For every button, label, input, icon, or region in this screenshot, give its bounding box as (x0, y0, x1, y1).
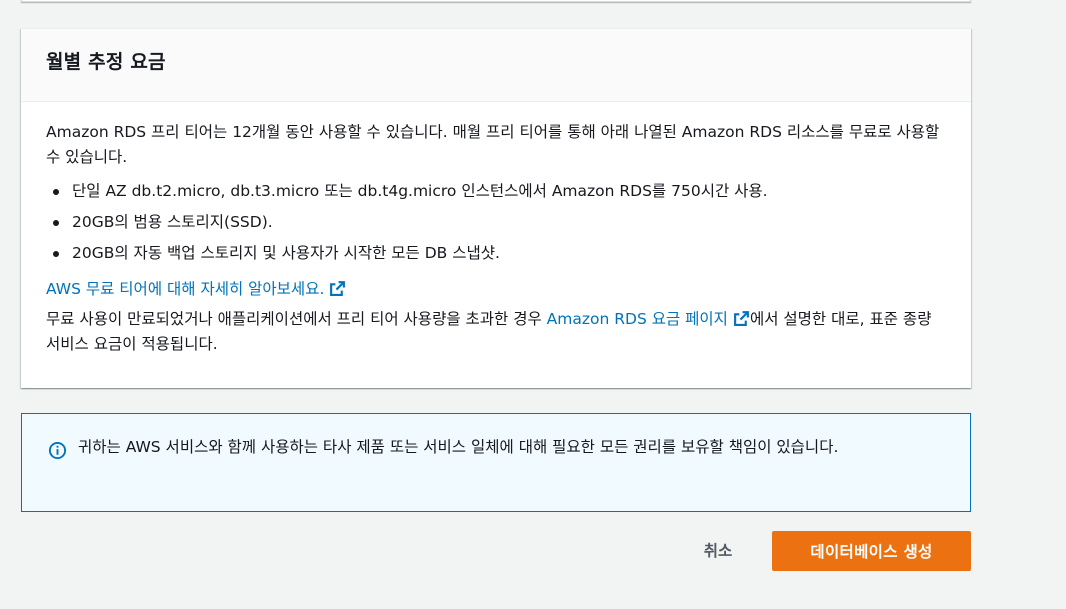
cancel-button[interactable]: 취소 (686, 531, 750, 569)
list-item: 20GB의 범용 스토리지(SSD). (46, 207, 946, 238)
panel-title: 월별 추정 요금 (46, 51, 166, 73)
list-item: 20GB의 자동 백업 스토리지 및 사용자가 시작한 모든 DB 스냅샷. (46, 238, 946, 269)
previous-section-card (21, 0, 971, 2)
learn-more-link-text: AWS 무료 티어에 대해 자세히 알아보세요. (46, 280, 325, 298)
info-alert-text: 귀하는 AWS 서비스와 함께 사용하는 타사 제품 또는 서비스 일체에 대해… (78, 438, 839, 456)
bullet-dot (53, 220, 59, 226)
free-tier-list: 단일 AZ db.t2.micro, db.t3.micro 또는 db.t4g… (46, 176, 946, 269)
rds-pricing-page-link[interactable]: Amazon RDS 요금 페이지 (547, 310, 750, 328)
bullet-dot (53, 251, 59, 257)
list-item-text: 20GB의 자동 백업 스토리지 및 사용자가 시작한 모든 DB 스냅샷. (72, 244, 500, 262)
estimated-monthly-cost-panel: 월별 추정 요금 Amazon RDS 프리 티어는 12개월 동안 사용할 수… (21, 28, 971, 388)
bullet-dot (53, 189, 59, 195)
external-link-icon (734, 311, 749, 326)
list-item-text: 단일 AZ db.t2.micro, db.t3.micro 또는 db.t4g… (72, 182, 768, 200)
create-database-button[interactable]: 데이터베이스 생성 (772, 531, 971, 571)
learn-more-line: AWS 무료 티어에 대해 자세히 알아보세요. (46, 275, 946, 303)
panel-body: Amazon RDS 프리 티어는 12개월 동안 사용할 수 있습니다. 매월… (21, 102, 971, 357)
pricing-link-text: Amazon RDS 요금 페이지 (546, 310, 728, 328)
pricing-note-before: 무료 사용이 만료되었거나 애플리케이션에서 프리 티어 사용량을 초과한 경우 (46, 310, 547, 328)
info-icon (48, 441, 67, 460)
free-tier-intro: Amazon RDS 프리 티어는 12개월 동안 사용할 수 있습니다. 매월… (46, 123, 940, 166)
pricing-note: 무료 사용이 만료되었거나 애플리케이션에서 프리 티어 사용량을 초과한 경우… (46, 307, 946, 357)
free-tier-learn-more-link[interactable]: AWS 무료 티어에 대해 자세히 알아보세요. (46, 280, 346, 298)
info-alert: 귀하는 AWS 서비스와 함께 사용하는 타사 제품 또는 서비스 일체에 대해… (21, 413, 971, 512)
list-item: 단일 AZ db.t2.micro, db.t3.micro 또는 db.t4g… (46, 176, 946, 207)
external-link-icon (330, 281, 346, 296)
panel-header: 월별 추정 요금 (21, 29, 971, 102)
list-item-text: 20GB의 범용 스토리지(SSD). (72, 213, 273, 231)
